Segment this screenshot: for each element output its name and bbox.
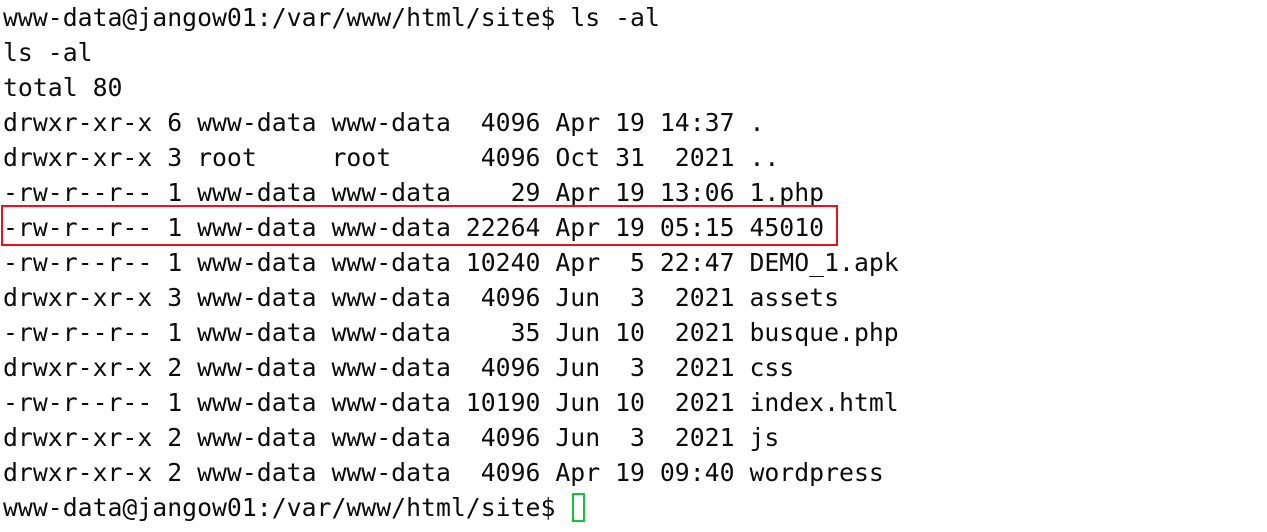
command-line: www-data@jangow01:/var/www/html/site$ ls… [3, 0, 660, 35]
input-line[interactable]: www-data@jangow01:/var/www/html/site$ [3, 490, 586, 525]
terminal-window[interactable]: www-data@jangow01:/var/www/html/site$ ls… [0, 0, 1267, 532]
listing-row-wordpress: drwxr-xr-x 2 www-data www-data 4096 Apr … [3, 458, 884, 487]
listing-row-demo-apk: -rw-r--r-- 1 www-data www-data 10240 Apr… [3, 248, 899, 277]
listing-row-assets: drwxr-xr-x 3 www-data www-data 4096 Jun … [3, 283, 840, 312]
text-cursor [572, 492, 586, 522]
prompt: www-data@jangow01:/var/www/html/site$ [3, 3, 556, 32]
listing-row-current-dir: drwxr-xr-x 6 www-data www-data 4096 Apr … [3, 108, 765, 137]
listing-row-parent-dir: drwxr-xr-x 3 root root 4096 Oct 31 2021 … [3, 143, 780, 172]
command-echo: ls -al [3, 38, 93, 67]
command-text: ls -al [570, 3, 660, 32]
listing-row-busque-php: -rw-r--r-- 1 www-data www-data 35 Jun 10… [3, 318, 899, 347]
listing-row-css: drwxr-xr-x 2 www-data www-data 4096 Jun … [3, 353, 795, 382]
listing-row-1-php: -rw-r--r-- 1 www-data www-data 29 Apr 19… [3, 178, 825, 207]
prompt: www-data@jangow01:/var/www/html/site$ [3, 493, 556, 522]
listing-row-index-html: -rw-r--r-- 1 www-data www-data 10190 Jun… [3, 388, 899, 417]
total-line: total 80 [3, 73, 123, 102]
listing-row-45010: -rw-r--r-- 1 www-data www-data 22264 Apr… [3, 213, 825, 242]
listing-row-js: drwxr-xr-x 2 www-data www-data 4096 Jun … [3, 423, 780, 452]
